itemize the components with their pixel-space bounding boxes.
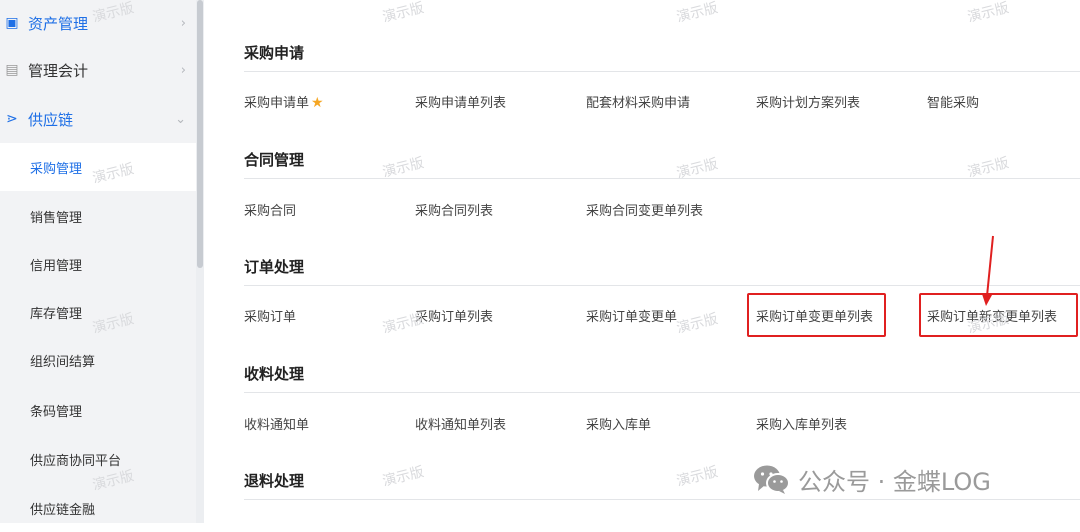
sidebar-subitem-supply-chain-finance[interactable]: 供应链金融 (0, 484, 196, 532)
chevron-down-icon: ⌄ (175, 111, 186, 127)
sidebar-subitem-inventory[interactable]: 库存管理 (0, 288, 196, 336)
watermark: 演示版 (380, 464, 426, 490)
link-label: 采购申请单 (244, 96, 310, 111)
watermark: 演示版 (674, 464, 720, 490)
link-receiving-notice-list[interactable]: 收料通知单列表 (415, 414, 506, 433)
sidebar-scrollbar-thumb[interactable] (197, 0, 203, 268)
section-divider (244, 499, 1080, 500)
arrow-annotation (982, 235, 994, 306)
sidebar-subitem-label: 信用管理 (30, 258, 83, 274)
link-purchase-contract[interactable]: 采购合同 (244, 200, 296, 219)
sidebar-item-management-accounting[interactable]: ▤ 管理会计 › (0, 47, 196, 93)
share-icon: ⋗ (6, 111, 18, 127)
link-kit-material-request[interactable]: 配套材料采购申请 (586, 92, 690, 111)
section-title-return: 退料处理 (244, 472, 305, 490)
chevron-right-icon: › (180, 62, 186, 78)
highlight-box (747, 293, 886, 337)
section-divider (244, 285, 1080, 286)
link-purchase-order[interactable]: 采购订单 (244, 306, 296, 325)
section-divider (244, 178, 1080, 179)
sidebar-subitem-supplier-platform[interactable]: 供应商协同平台 (0, 435, 196, 483)
link-purchase-request-list[interactable]: 采购申请单列表 (415, 92, 506, 111)
sidebar-item-label: 供应链 (28, 110, 74, 129)
link-order-change[interactable]: 采购订单变更单 (586, 306, 677, 325)
sidebar-subitem-credit[interactable]: 信用管理 (0, 240, 196, 288)
sidebar: ▣ 资产管理 › ▤ 管理会计 › ⋗ 供应链 ⌄ 采购管理 销售管理 信用管理… (0, 0, 196, 523)
link-purchase-inbound-list[interactable]: 采购入库单列表 (756, 414, 847, 433)
section-title-purchase-request: 采购申请 (244, 44, 305, 62)
footer-text: 公众号 · 金蝶LOG (798, 467, 991, 496)
star-icon[interactable]: ★ (311, 95, 324, 111)
link-purchase-contract-list[interactable]: 采购合同列表 (415, 200, 493, 219)
watermark: 演示版 (674, 0, 720, 26)
wechat-account-watermark: 公众号 · 金蝶LOG (752, 462, 991, 496)
sidebar-subitem-label: 组织间结算 (30, 354, 96, 370)
sidebar-subitem-label: 供应商协同平台 (30, 453, 122, 469)
sidebar-subitem-label: 供应链金融 (30, 502, 96, 518)
link-receiving-notice[interactable]: 收料通知单 (244, 414, 309, 433)
sidebar-subitem-barcode[interactable]: 条码管理 (0, 386, 196, 434)
section-divider (244, 71, 1080, 72)
link-purchase-inbound[interactable]: 采购入库单 (586, 414, 651, 433)
section-title-contract: 合同管理 (244, 151, 305, 169)
link-contract-change-list[interactable]: 采购合同变更单列表 (586, 200, 703, 219)
section-title-receiving: 收料处理 (244, 365, 305, 383)
link-smart-purchase[interactable]: 智能采购 (927, 92, 979, 111)
sidebar-subitem-label: 采购管理 (30, 161, 83, 177)
link-purchase-order-list[interactable]: 采购订单列表 (415, 306, 493, 325)
sidebar-item-supply-chain[interactable]: ⋗ 供应链 ⌄ (0, 96, 196, 142)
sidebar-subitem-purchase[interactable]: 采购管理 (0, 143, 196, 191)
book-icon: ▤ (5, 62, 19, 78)
wechat-icon (754, 465, 790, 494)
sidebar-item-asset[interactable]: ▣ 资产管理 › (0, 0, 196, 46)
sidebar-item-label: 管理会计 (28, 61, 89, 80)
chevron-right-icon: › (180, 15, 186, 31)
sidebar-item-label: 资产管理 (28, 14, 89, 33)
watermark: 演示版 (965, 0, 1011, 26)
watermark: 演示版 (380, 0, 426, 26)
section-title-order: 订单处理 (244, 258, 305, 276)
watermark: 演示版 (674, 311, 720, 337)
link-purchase-request[interactable]: 采购申请单 ★ (244, 92, 324, 111)
link-purchase-plan-list[interactable]: 采购计划方案列表 (756, 92, 860, 111)
sidebar-subitem-interorg-settlement[interactable]: 组织间结算 (0, 336, 196, 384)
section-divider (244, 392, 1080, 393)
sidebar-subitem-label: 销售管理 (30, 210, 83, 226)
sidebar-subitem-sales[interactable]: 销售管理 (0, 192, 196, 240)
asset-icon: ▣ (5, 15, 19, 31)
sidebar-subitem-label: 条码管理 (30, 404, 83, 420)
sidebar-subitem-label: 库存管理 (30, 306, 83, 322)
